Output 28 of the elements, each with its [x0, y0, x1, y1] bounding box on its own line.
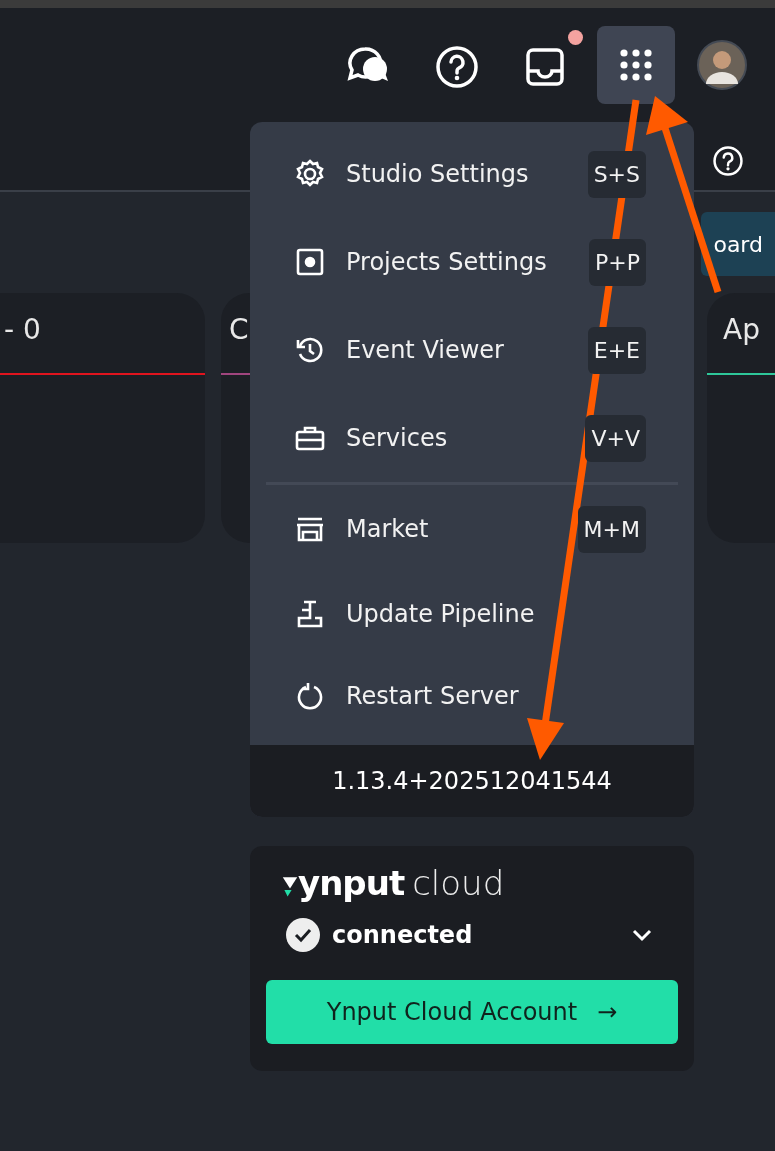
version-label: 1.13.4+202512041544: [250, 745, 694, 817]
dot-grid-icon: [618, 47, 654, 83]
logo-text: cloud: [412, 866, 505, 900]
menu-item[interactable]: Studio Settings S+S: [250, 130, 694, 218]
cloud-account-button[interactable]: Ynput Cloud Account →: [266, 980, 678, 1044]
dashboard-button[interactable]: oard: [701, 212, 775, 276]
menu-item[interactable]: Services V+V: [250, 394, 694, 482]
menu-item[interactable]: Market M+M: [250, 485, 694, 573]
menu-item[interactable]: Update Pipeline: [250, 573, 694, 655]
logo-icon: [282, 874, 298, 898]
shortcut-key: V+V: [585, 414, 646, 462]
card-title: C: [229, 313, 249, 346]
shortcut-key: E+E: [587, 326, 646, 374]
logo-text: ynput: [298, 866, 405, 900]
help-icon[interactable]: [433, 43, 481, 91]
help-icon[interactable]: [711, 144, 745, 178]
menu-item[interactable]: Event Viewer E+E: [250, 306, 694, 394]
apps-menu-button[interactable]: [597, 26, 675, 104]
shortcut-key: S+S: [587, 150, 646, 198]
menu-item[interactable]: Restart Server: [250, 655, 694, 737]
status-text: connected: [332, 921, 474, 949]
card-title: Ap: [723, 313, 760, 346]
menu-item[interactable]: Projects Settings P+P: [250, 218, 694, 306]
shortcut-key: P+P: [589, 238, 646, 286]
shortcut-key: M+M: [577, 505, 646, 553]
gear-square-icon: [294, 246, 326, 278]
card-title: - 0: [4, 313, 41, 346]
avatar[interactable]: [697, 40, 747, 90]
